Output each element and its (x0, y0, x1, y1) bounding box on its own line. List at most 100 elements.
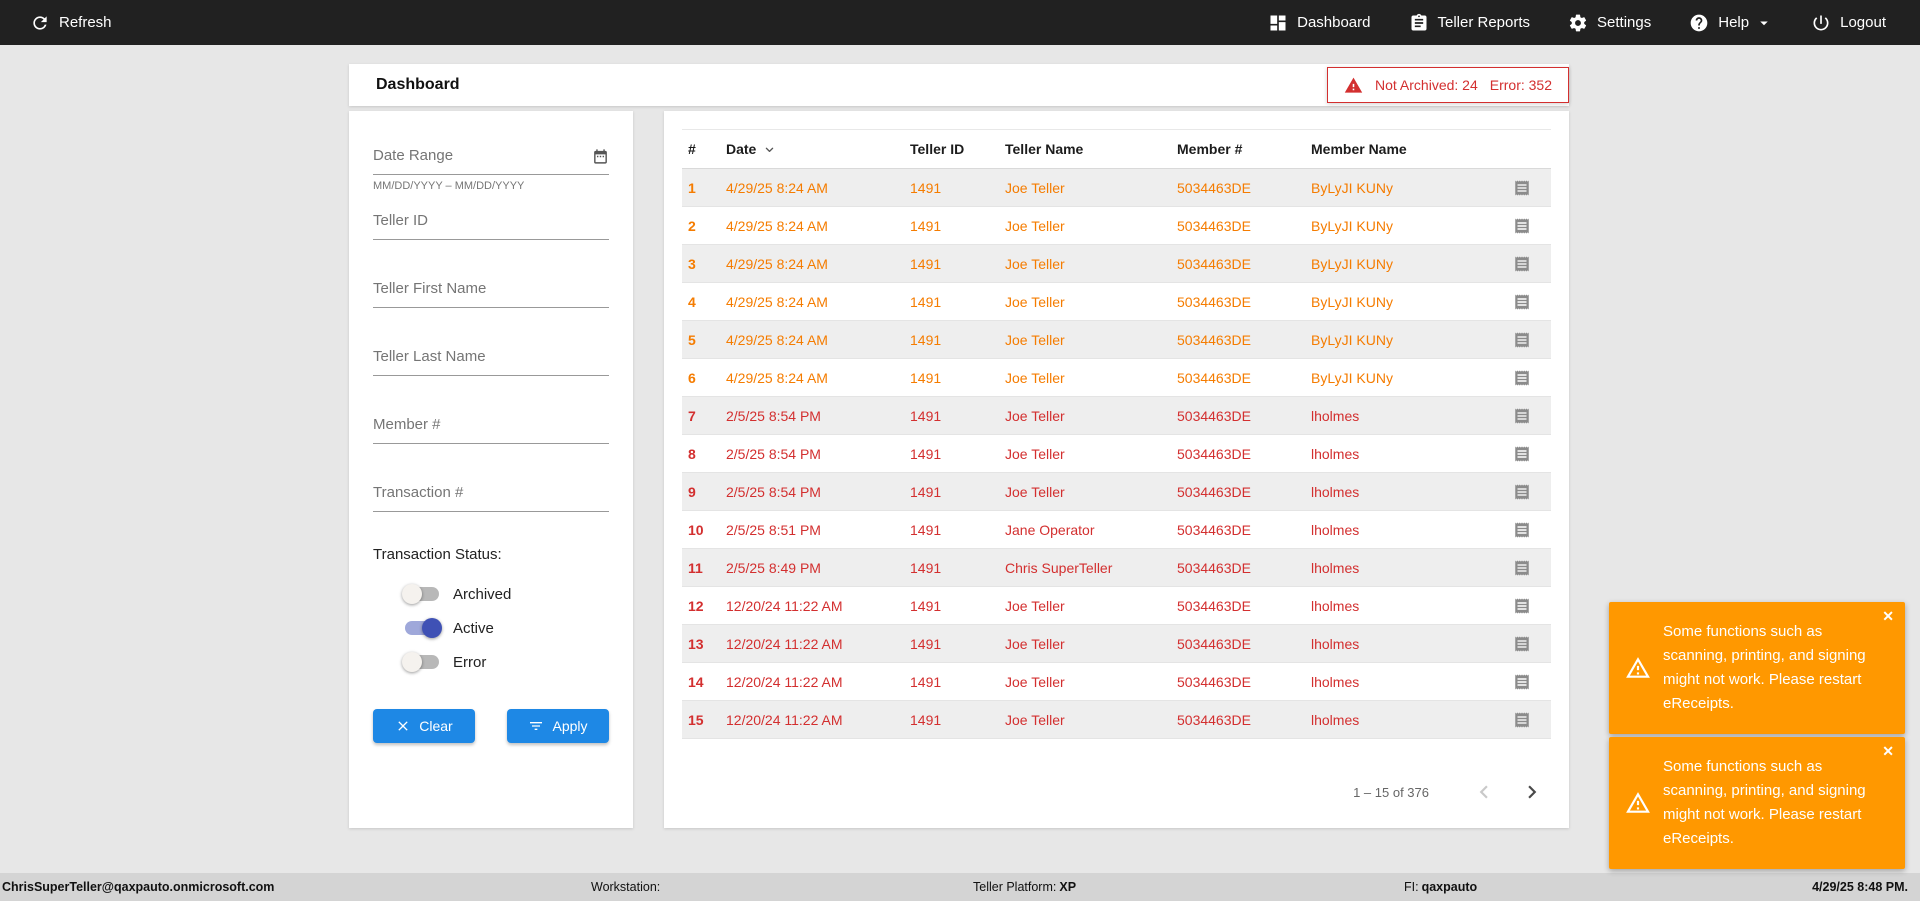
previous-page-button[interactable] (1471, 779, 1497, 805)
receipt-icon[interactable] (1492, 483, 1551, 501)
date-format-hint: MM/DD/YYYY – MM/DD/YYYY (373, 180, 525, 192)
table-row[interactable]: 9 2/5/25 8:54 PM 1491 Joe Teller 5034463… (682, 473, 1551, 511)
table-row[interactable]: 8 2/5/25 8:54 PM 1491 Joe Teller 5034463… (682, 435, 1551, 473)
receipt-icon[interactable] (1492, 179, 1551, 197)
receipt-icon[interactable] (1492, 445, 1551, 463)
user-email: ChrisSuperTeller@qaxpauto.onmicrosoft.co… (2, 880, 275, 894)
receipt-icon[interactable] (1492, 673, 1551, 691)
receipt-icon[interactable] (1492, 217, 1551, 235)
receipt-icon[interactable] (1492, 635, 1551, 653)
status-bar: ChrisSuperTeller@qaxpauto.onmicrosoft.co… (0, 873, 1920, 901)
toggle-archived-label: Archived (453, 585, 512, 603)
toast-notification: Some functions such as scanning, printin… (1609, 737, 1905, 869)
close-icon (398, 721, 408, 731)
receipt-icon[interactable] (1492, 711, 1551, 729)
row-teller-name: Jane Operator (1005, 521, 1095, 538)
date-range-input[interactable] (373, 141, 609, 175)
help-icon (1689, 13, 1709, 33)
col-date-label: Date (726, 141, 757, 157)
toast-close-button[interactable]: ✕ (1882, 744, 1894, 758)
table-row[interactable]: 4 4/29/25 8:24 AM 1491 Joe Teller 503446… (682, 283, 1551, 321)
nav-help[interactable]: Help (1689, 13, 1773, 33)
receipt-icon[interactable] (1492, 559, 1551, 577)
toast-close-button[interactable]: ✕ (1882, 609, 1894, 623)
teller-reports-icon (1409, 13, 1429, 33)
receipt-icon[interactable] (1492, 369, 1551, 387)
badge-error-count: Error: 352 (1489, 77, 1552, 93)
workstation-label: Workstation: (591, 880, 661, 894)
table-row[interactable]: 11 2/5/25 8:49 PM 1491 Chris SuperTeller… (682, 549, 1551, 587)
nav-teller-reports[interactable]: Teller Reports (1409, 13, 1530, 33)
teller-last-name-input[interactable] (373, 342, 609, 376)
table-row[interactable]: 1 4/29/25 8:24 AM 1491 Joe Teller 503446… (682, 169, 1551, 207)
next-page-button[interactable] (1519, 779, 1545, 805)
table-row[interactable]: 13 12/20/24 11:22 AM 1491 Joe Teller 503… (682, 625, 1551, 663)
toggle-error[interactable]: Error (373, 645, 609, 679)
nav-dashboard[interactable]: Dashboard (1268, 13, 1371, 33)
filter-panel: MM/DD/YYYY – MM/DD/YYYY Transaction Stat… (349, 111, 633, 828)
calendar-icon[interactable] (592, 148, 609, 165)
error-switch[interactable] (402, 652, 439, 672)
receipt-icon[interactable] (1492, 521, 1551, 539)
toast-message: Some functions such as scanning, printin… (1663, 623, 1866, 712)
row-teller-id: 1491 (910, 559, 942, 576)
transaction-number-input[interactable] (373, 478, 609, 512)
active-switch[interactable] (405, 618, 442, 638)
fi: FI: qaxpauto (1404, 880, 1477, 894)
row-teller-id: 1491 (910, 407, 942, 424)
row-member-name: lholmes (1311, 635, 1360, 652)
table-row[interactable]: 6 4/29/25 8:24 AM 1491 Joe Teller 503446… (682, 359, 1551, 397)
row-date: 4/29/25 8:24 AM (726, 255, 828, 272)
refresh-button[interactable]: Refresh (30, 13, 112, 33)
row-member-number: 5034463DE (1177, 635, 1251, 652)
col-date[interactable]: Date (720, 141, 904, 157)
row-member-number: 5034463DE (1177, 483, 1251, 500)
receipt-icon[interactable] (1492, 293, 1551, 311)
row-date: 4/29/25 8:24 AM (726, 369, 828, 386)
table-row[interactable]: 5 4/29/25 8:24 AM 1491 Joe Teller 503446… (682, 321, 1551, 359)
receipt-icon[interactable] (1492, 597, 1551, 615)
col-member-name: Member Name (1311, 141, 1407, 157)
fi-value: qaxpauto (1421, 880, 1478, 894)
col-teller-id: Teller ID (910, 141, 965, 157)
archived-switch[interactable] (402, 584, 439, 604)
table-row[interactable]: 15 12/20/24 11:22 AM 1491 Joe Teller 503… (682, 701, 1551, 739)
row-member-name: ByLyJI KUNy (1311, 369, 1393, 386)
member-number-input[interactable] (373, 410, 609, 444)
clear-button-label: Clear (419, 718, 453, 734)
teller-first-name-input[interactable] (373, 274, 609, 308)
table-row[interactable]: 10 2/5/25 8:51 PM 1491 Jane Operator 503… (682, 511, 1551, 549)
row-teller-id: 1491 (910, 597, 942, 614)
table-row[interactable]: 3 4/29/25 8:24 AM 1491 Joe Teller 503446… (682, 245, 1551, 283)
row-teller-id: 1491 (910, 711, 942, 728)
table-row[interactable]: 7 2/5/25 8:54 PM 1491 Joe Teller 5034463… (682, 397, 1551, 435)
fi-label: FI: (1404, 880, 1419, 894)
row-teller-name: Joe Teller (1005, 217, 1065, 234)
nav-settings[interactable]: Settings (1568, 13, 1651, 33)
nav-logout[interactable]: Logout (1811, 13, 1886, 33)
row-date: 2/5/25 8:54 PM (726, 483, 821, 500)
clear-button[interactable]: Clear (373, 709, 475, 743)
receipt-icon[interactable] (1492, 255, 1551, 273)
table-row[interactable]: 2 4/29/25 8:24 AM 1491 Joe Teller 503446… (682, 207, 1551, 245)
toggle-active[interactable]: Active (373, 611, 609, 645)
row-member-number: 5034463DE (1177, 255, 1251, 272)
receipt-icon[interactable] (1492, 331, 1551, 349)
row-teller-id: 1491 (910, 331, 942, 348)
row-number: 14 (688, 673, 704, 690)
nav-help-label: Help (1718, 14, 1750, 31)
teller-id-input[interactable] (373, 206, 609, 240)
receipt-icon[interactable] (1492, 407, 1551, 425)
toast-stack: Some functions such as scanning, printin… (1609, 602, 1905, 869)
toggle-archived[interactable]: Archived (373, 577, 609, 611)
row-member-number: 5034463DE (1177, 217, 1251, 234)
row-teller-name: Joe Teller (1005, 179, 1065, 196)
row-member-number: 5034463DE (1177, 179, 1251, 196)
row-teller-id: 1491 (910, 483, 942, 500)
teller-platform: Teller Platform: XP (973, 880, 1076, 894)
table-row[interactable]: 12 12/20/24 11:22 AM 1491 Joe Teller 503… (682, 587, 1551, 625)
apply-button[interactable]: Apply (507, 709, 609, 743)
table-row[interactable]: 14 12/20/24 11:22 AM 1491 Joe Teller 503… (682, 663, 1551, 701)
row-date: 4/29/25 8:24 AM (726, 217, 828, 234)
row-member-number: 5034463DE (1177, 407, 1251, 424)
